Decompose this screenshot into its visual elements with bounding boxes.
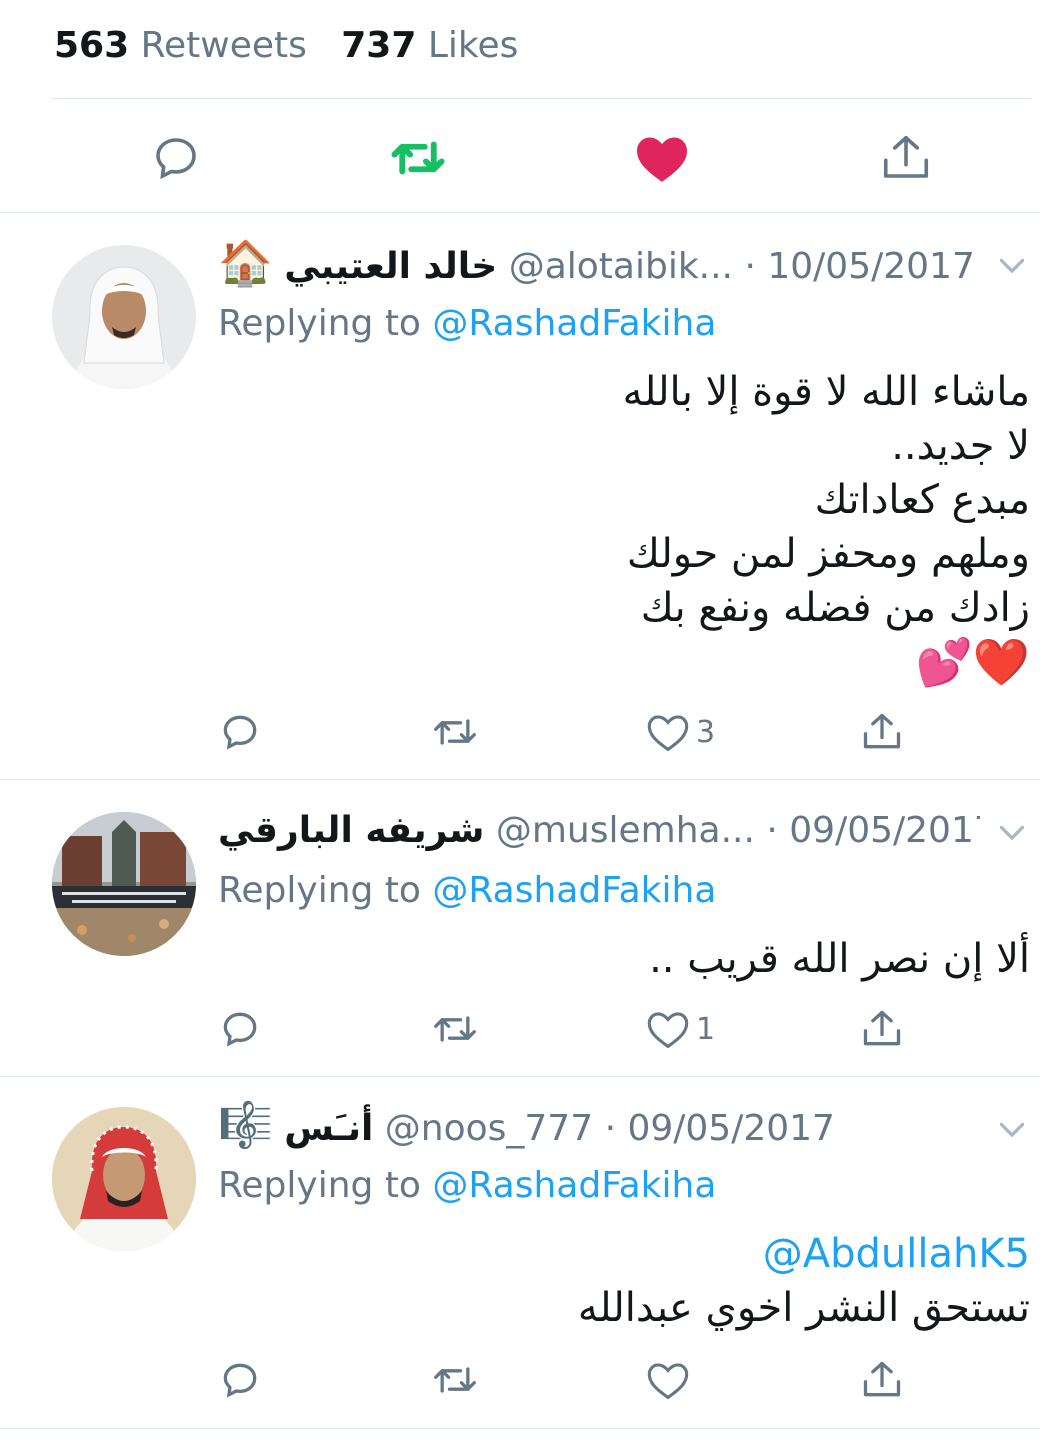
like-button[interactable] [646, 1355, 696, 1405]
reply-icon [223, 1363, 257, 1398]
display-name[interactable]: أنـَس [284, 1108, 373, 1149]
retweet-icon [391, 141, 445, 175]
chevron-down-icon[interactable] [994, 247, 1030, 283]
emoji-line: ❤️💕 [915, 635, 1030, 689]
like-button[interactable]: 3 [646, 707, 715, 757]
retweet-button[interactable] [430, 1355, 480, 1405]
tweet-text-line: ألا إن نصر الله قريب .. [649, 936, 1030, 982]
reply-button[interactable] [146, 128, 206, 188]
separator-dot: · [744, 246, 756, 287]
share-button[interactable] [860, 1355, 904, 1405]
reply-actions: 1 [0, 1004, 1040, 1064]
share-button[interactable] [860, 707, 904, 757]
user-handle[interactable]: @alotaibik... [509, 246, 733, 287]
retweets-label[interactable]: Retweets [141, 25, 307, 66]
replying-to-label: Replying to [218, 1165, 421, 1206]
likes-label[interactable]: Likes [428, 25, 519, 66]
like-button[interactable]: 1 [646, 1004, 715, 1054]
retweets-count[interactable]: 563 [54, 25, 129, 66]
retweet-icon [434, 1016, 476, 1042]
reply-icon [156, 138, 196, 180]
display-name[interactable]: خالد العتيبي [284, 246, 497, 287]
tweet-text: ألا إن نصر الله قريب .. [218, 932, 1030, 986]
divider [0, 1428, 1040, 1429]
mention-link[interactable]: @AbdullahK5 [218, 1227, 1030, 1281]
replying-to: Replying to @RashadFakiha [218, 1161, 716, 1211]
replying-to-label: Replying to [218, 870, 421, 911]
timestamp[interactable]: 10/05/2017 [767, 246, 975, 287]
retweet-icon [434, 719, 476, 745]
like-icon [647, 1012, 689, 1049]
user-handle[interactable]: @noos_777 [385, 1108, 593, 1149]
tweet-text: @AbdullahK5 تستحق النشر اخوي عبدالله [218, 1227, 1030, 1335]
like-button[interactable] [632, 128, 692, 188]
share-button[interactable] [860, 1004, 904, 1054]
like-icon [647, 1363, 689, 1400]
replying-to-label: Replying to [218, 303, 421, 344]
reply-icon [223, 1012, 257, 1047]
share-icon [863, 713, 901, 749]
tweet-text-line: زادك من فضله ونفع بك [640, 585, 1030, 631]
tweet-text-line: تستحق النشر اخوي عبدالله [577, 1285, 1030, 1331]
share-button[interactable] [876, 128, 936, 188]
retweet-button[interactable] [388, 128, 448, 188]
reply-tweet[interactable]: شريفه البارقي @muslemha... · 09/05/2017 … [0, 780, 1040, 1076]
separator-dot: · [604, 1108, 617, 1149]
divider [52, 98, 1032, 99]
tweet-text-line: مبدع كعاداتك [814, 477, 1030, 523]
chevron-down-icon[interactable] [994, 1111, 1030, 1147]
reply-actions [0, 1355, 1040, 1415]
share-icon [863, 1010, 901, 1046]
replying-to-mention[interactable]: @RashadFakiha [432, 1165, 716, 1206]
replying-to: Replying to @RashadFakiha [218, 299, 716, 349]
replying-to: Replying to @RashadFakiha [218, 866, 716, 916]
reply-header: شريفه البارقي @muslemha... · 09/05/2017 [218, 806, 980, 856]
tweet-text-line: وملهم ومحفز لمن حولك [626, 531, 1030, 577]
timestamp[interactable]: 09/05/2017 [789, 810, 980, 851]
reply-button[interactable] [218, 1355, 262, 1405]
like-icon [637, 137, 687, 182]
tweet-text-line: ماشاء الله لا قوة إلا بالله [622, 369, 1030, 415]
separator-dot: · [766, 810, 778, 851]
likes-count[interactable]: 737 [341, 25, 416, 66]
reply-button[interactable] [218, 1004, 262, 1054]
reply-tweet[interactable]: 🏠 خالد العتيبي @alotaibik... · 10/05/201… [0, 213, 1040, 779]
avatar[interactable] [52, 812, 196, 956]
replying-to-mention[interactable]: @RashadFakiha [432, 870, 716, 911]
retweet-button[interactable] [430, 1004, 480, 1054]
like-icon [647, 715, 689, 752]
share-icon [863, 1361, 901, 1397]
reply-header: 🎼 أنـَس @noos_777 · 09/05/2017 [218, 1101, 980, 1151]
like-count: 3 [696, 714, 716, 750]
avatar[interactable] [52, 1107, 196, 1251]
like-count: 1 [696, 1011, 716, 1047]
retweet-icon [434, 1367, 476, 1393]
reply-button[interactable] [218, 707, 262, 757]
reply-actions: 3 [0, 707, 1040, 767]
reply-tweet[interactable]: 🎼 أنـَس @noos_777 · 09/05/2017 Replying … [0, 1077, 1040, 1429]
user-handle[interactable]: @muslemha... [496, 810, 755, 851]
house-icon: 🏠 [218, 239, 273, 289]
avatar[interactable] [52, 245, 196, 389]
main-tweet-actions [0, 120, 1040, 200]
display-name[interactable]: شريفه البارقي [218, 810, 484, 851]
tweet-text: ماشاء الله لا قوة إلا بالله لا جديد.. مب… [218, 365, 1030, 689]
retweet-button[interactable] [430, 707, 480, 757]
tweet-text-line: لا جديد.. [891, 423, 1030, 469]
replying-to-mention[interactable]: @RashadFakiha [432, 303, 716, 344]
reply-header: 🏠 خالد العتيبي @alotaibik... · 10/05/201… [218, 239, 980, 289]
music-score-icon: 🎼 [218, 1101, 273, 1151]
reply-icon [223, 715, 257, 750]
share-icon [883, 135, 929, 178]
tweet-stats: 563 Retweets 737 Likes [54, 22, 518, 70]
chevron-down-icon[interactable] [994, 814, 1030, 850]
timestamp[interactable]: 09/05/2017 [627, 1108, 835, 1149]
